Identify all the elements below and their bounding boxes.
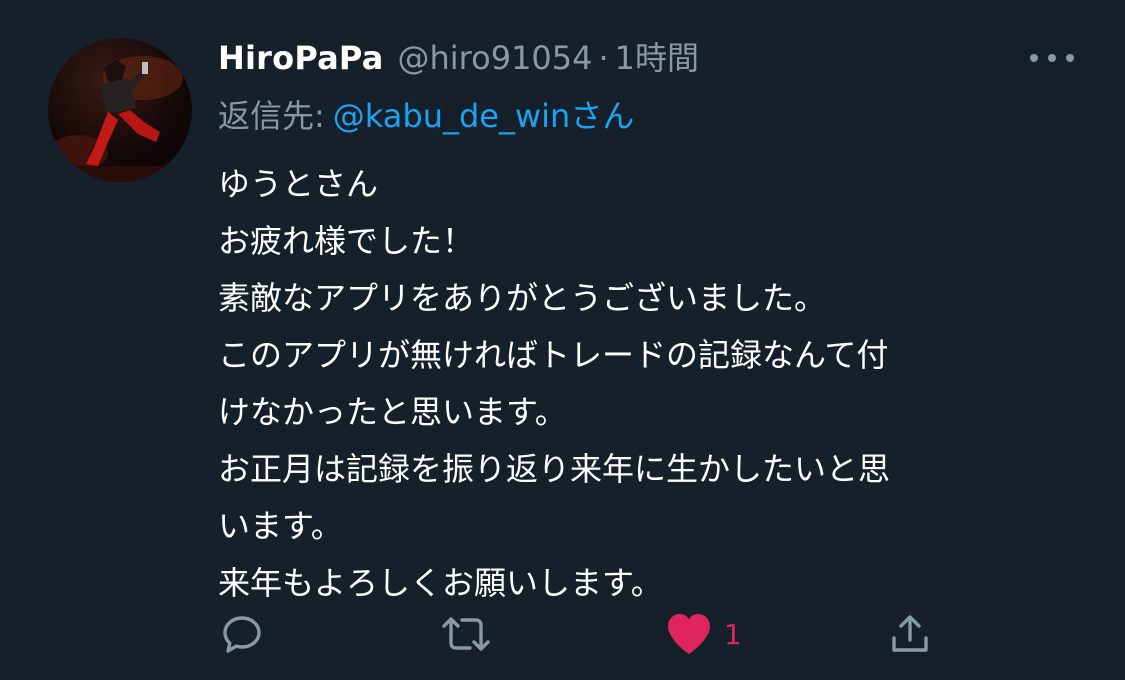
- user-handle[interactable]: @hiro91054: [398, 34, 593, 82]
- tweet-text: ゆうとさん お疲れ様でした！ 素敵なアプリをありがとうございました。 このアプリ…: [218, 156, 1048, 612]
- reply-mention-link[interactable]: @kabu_de_winさん: [333, 97, 635, 135]
- reply-button[interactable]: [218, 608, 266, 660]
- share-icon: [892, 615, 928, 652]
- tweet-text-line: 来年もよろしくお願いします。: [218, 564, 663, 602]
- tweet-text-line: います。: [218, 507, 343, 545]
- more-dot: [1048, 54, 1056, 62]
- tweet-text-line: 素敵なアプリをありがとうございました。: [218, 279, 827, 317]
- more-dot: [1066, 54, 1074, 62]
- tweet-text-line: お疲れ様でした！: [218, 222, 475, 260]
- retweet-icon: [442, 617, 490, 651]
- more-options-button[interactable]: [1030, 46, 1074, 70]
- like-count: 1: [724, 617, 742, 651]
- heart-icon: [668, 614, 710, 654]
- tweet-text-line: ゆうとさん: [218, 165, 379, 203]
- tweet-text-line: お正月は記録を振り返り来年に生かしたいと思: [218, 450, 891, 488]
- separator: ·: [598, 39, 609, 77]
- timestamp[interactable]: 1時間: [615, 34, 699, 82]
- retweet-button[interactable]: [438, 608, 494, 660]
- avatar[interactable]: [48, 38, 192, 182]
- reply-prefix: 返信先:: [218, 97, 325, 135]
- tweet-header: HiroPaPa @hiro91054 · 1時間: [218, 34, 699, 82]
- share-button[interactable]: [886, 608, 934, 660]
- like-button[interactable]: 1: [664, 608, 742, 660]
- reply-icon: [223, 616, 261, 653]
- tweet-actions: 1: [218, 608, 1048, 660]
- tweet-text-line: けなかったと思います。: [218, 393, 567, 431]
- tweet-text-line: このアプリが無ければトレードの記録なんて付: [218, 336, 889, 374]
- more-dots-icon: [1030, 54, 1038, 62]
- display-name[interactable]: HiroPaPa: [218, 34, 384, 82]
- reply-context: 返信先: @kabu_de_winさん: [218, 92, 634, 140]
